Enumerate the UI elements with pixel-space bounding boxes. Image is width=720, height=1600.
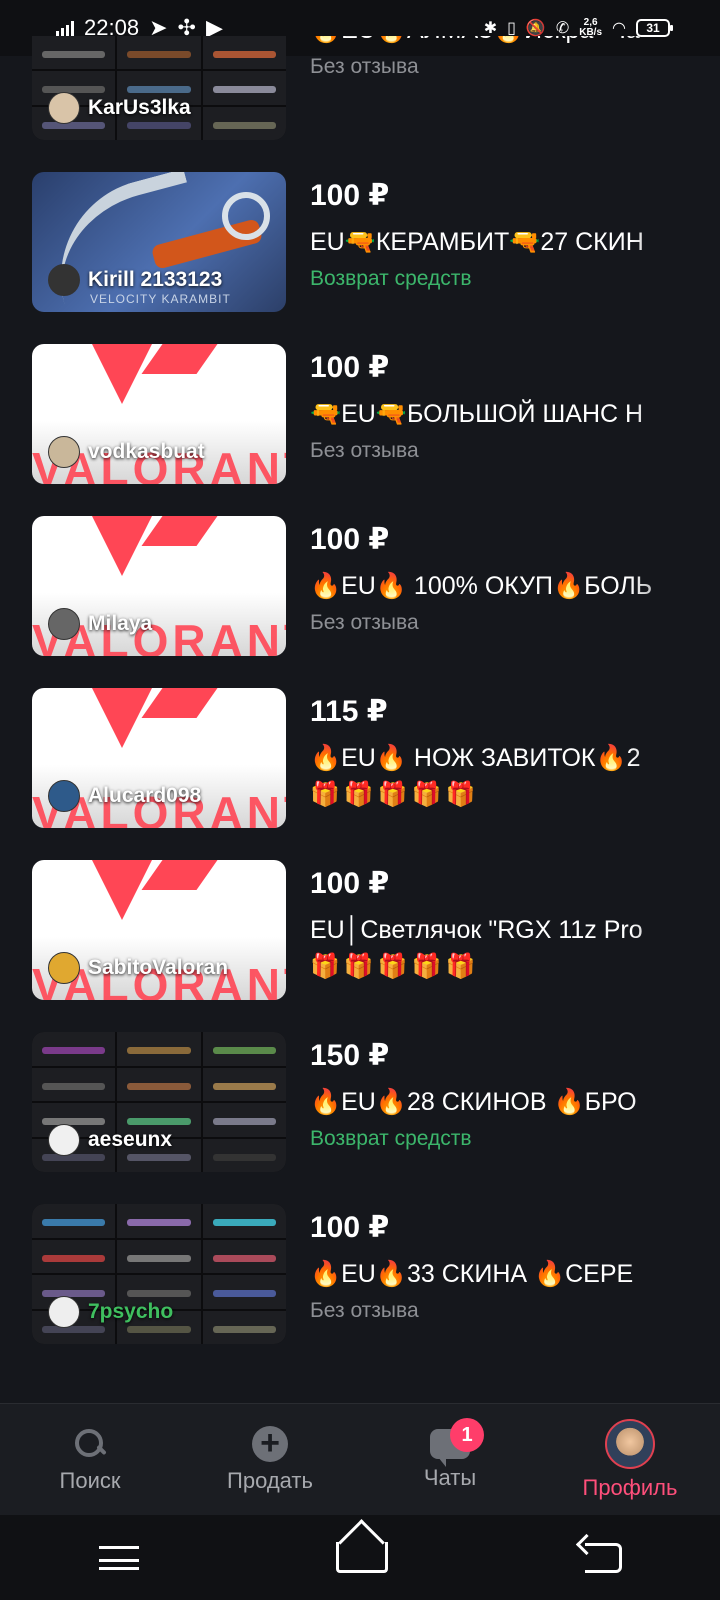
listing-thumbnail[interactable]: 7psycho [32, 1204, 286, 1344]
list-item[interactable]: VALORANT SabitoValoran 100 ₽ EU│Светлячо… [0, 860, 720, 1032]
nav-chats[interactable]: 1 Чаты [360, 1404, 540, 1516]
listing-price: 150 ₽ [310, 1039, 390, 1072]
seller: Milaya [48, 608, 152, 640]
listing-info[interactable]: 100 ₽ 🔫EU🔫БОЛЬШОЙ ШАНС Н Без отзыва [310, 348, 710, 466]
listing-thumbnail[interactable]: VALORANT Alucard098 [32, 688, 286, 828]
review-status: Без отзыва [310, 1299, 419, 1322]
listing-price: 115 ₽ [310, 695, 388, 728]
nav-chats-label: Чаты [423, 1465, 477, 1490]
listing-thumbnail[interactable]: VALORANT vodkasbuat [32, 344, 286, 484]
listing-title: 🔫EU🔫БОЛЬШОЙ ШАНС Н [310, 400, 644, 428]
listing-info[interactable]: 100 ₽ 🔥EU🔥 100% ОКУП🔥БОЛЬ Без отзыва [310, 520, 710, 638]
signal-icon [56, 20, 74, 36]
bottom-navigation: Поиск + Продать 1 Чаты Профиль [0, 1403, 720, 1516]
network-speed: 2,6 KB/s [579, 17, 603, 38]
listing-title: 🔥EU🔥28 СКИНОВ 🔥БРО [310, 1088, 637, 1116]
listing-thumbnail[interactable]: VALORANT SabitoValoran [32, 860, 286, 1000]
list-item[interactable]: VALORANT Milaya 100 ₽ 🔥EU🔥 100% ОКУП🔥БОЛ… [0, 516, 720, 688]
battery-icon: 31 [636, 19, 673, 37]
listing-title: 🔥EU🔥 НОЖ ЗАВИТОК🔥2 [310, 744, 641, 772]
review-status: Возврат средств [310, 1127, 472, 1150]
profile-avatar-icon [605, 1419, 655, 1469]
vibrate-icon: ▯ [507, 20, 516, 37]
seller: SabitoValoran [48, 952, 228, 984]
listing-info[interactable]: 100 ₽ EU│Светлячок "RGX 11z Pro 🎁🎁🎁🎁🎁 [310, 864, 710, 982]
listing-price: 100 ₽ [310, 1211, 390, 1244]
listing-price: 100 ₽ [310, 523, 390, 556]
nav-search[interactable]: Поиск [0, 1404, 180, 1516]
seller: KarUs3lka [48, 92, 191, 124]
seller: vodkasbuat [48, 436, 205, 468]
listing-info[interactable]: 115 ₽ 🔥EU🔥 НОЖ ЗАВИТОК🔥2 🎁🎁🎁🎁🎁 [310, 692, 710, 810]
listing-title: EU│Светлячок "RGX 11z Pro [310, 916, 643, 944]
avatar [48, 608, 80, 640]
listing-thumbnail[interactable]: KarUs3lka [32, 36, 286, 140]
seller: aeseunx [48, 1124, 172, 1156]
seller: Alucard098 [48, 780, 201, 812]
home-icon[interactable] [335, 1542, 388, 1573]
recent-apps-icon[interactable] [98, 1545, 139, 1570]
battery-level: 31 [646, 21, 660, 35]
review-status: Возврат средств [310, 267, 472, 290]
seller-name: KarUs3lka [88, 96, 191, 119]
avatar [48, 780, 80, 812]
seller-name: Milaya [88, 612, 153, 635]
listing-price: 100 ₽ [310, 867, 390, 900]
seller: 7psycho [48, 1296, 173, 1328]
avatar [48, 1296, 80, 1328]
avatar [48, 1124, 80, 1156]
seller-name: Kirill 2133123 [88, 268, 223, 291]
list-item[interactable]: VALORANT Alucard098 115 ₽ 🔥EU🔥 НОЖ ЗАВИТ… [0, 688, 720, 860]
listing-title: 🔥EU🔥АЛМАЗ🔥Искра "Ча [310, 36, 710, 48]
back-icon[interactable] [584, 1542, 622, 1573]
list-item[interactable]: aeseunx 150 ₽ 🔥EU🔥28 СКИНОВ 🔥БРО Возврат… [0, 1032, 720, 1204]
plus-icon: + [252, 1426, 288, 1462]
listing-info[interactable]: 100 ₽ 🔥EU🔥33 СКИНА 🔥СЕРЕ Без отзыва [310, 1208, 710, 1326]
listing-price: 100 ₽ [310, 179, 390, 212]
listing-title: 🔥EU🔥 100% ОКУП🔥БОЛЬ [310, 572, 653, 600]
listing-info[interactable]: 🔥EU🔥АЛМАЗ🔥Искра "Ча Без отзыва [310, 36, 710, 82]
avatar [48, 952, 80, 984]
mute-icon: 🔕 [525, 20, 546, 37]
nav-profile-label: Профиль [582, 1475, 678, 1500]
list-item[interactable]: 7psycho 100 ₽ 🔥EU🔥33 СКИНА 🔥СЕРЕ Без отз… [0, 1204, 720, 1376]
seller-name: vodkasbuat [88, 440, 205, 463]
seller-name: 7psycho [88, 1300, 174, 1323]
listing-info[interactable]: 150 ₽ 🔥EU🔥28 СКИНОВ 🔥БРО Возврат средств [310, 1036, 710, 1154]
listing-thumbnail[interactable]: VELOCITY KARAMBIT Kirill 2133123 [32, 172, 286, 312]
list-item[interactable]: VELOCITY KARAMBIT Kirill 2133123 100 ₽ E… [0, 172, 720, 344]
listing-list[interactable]: KarUs3lka 🔥EU🔥АЛМАЗ🔥Искра "Ча Без отзыва… [0, 36, 720, 1403]
gift-icons: 🎁🎁🎁🎁🎁 [310, 953, 480, 980]
seller-name: SabitoValoran [88, 956, 229, 979]
system-navigation-bar [0, 1515, 720, 1600]
nav-search-label: Поиск [59, 1468, 121, 1493]
wifi-call-icon: ✆ [555, 20, 570, 37]
avatar [48, 436, 80, 468]
list-item[interactable]: KarUs3lka 🔥EU🔥АЛМАЗ🔥Искра "Ча Без отзыва [0, 36, 720, 172]
listing-thumbnail[interactable]: aeseunx [32, 1032, 286, 1172]
review-status: Без отзыва [310, 611, 419, 634]
listing-info[interactable]: 100 ₽ EU🔫КЕРАМБИТ🔫27 СКИН Возврат средст… [310, 176, 710, 294]
listing-title: EU🔫КЕРАМБИТ🔫27 СКИН [310, 228, 644, 256]
gift-icons: 🎁🎁🎁🎁🎁 [310, 781, 480, 808]
avatar [48, 264, 80, 296]
nav-sell[interactable]: + Продать [180, 1404, 360, 1516]
search-icon [72, 1426, 108, 1462]
seller-name: aeseunx [88, 1128, 173, 1151]
list-item[interactable]: VALORANT vodkasbuat 100 ₽ 🔫EU🔫БОЛЬШОЙ ША… [0, 344, 720, 516]
wifi-icon: ◠ [612, 20, 626, 37]
listing-thumbnail[interactable]: VALORANT Milaya [32, 516, 286, 656]
avatar [48, 92, 80, 124]
review-status: Без отзыва [310, 55, 419, 78]
seller: Kirill 2133123 [48, 264, 222, 296]
nav-sell-label: Продать [227, 1468, 313, 1493]
bluetooth-icon: ✱ [483, 20, 498, 37]
listing-title: 🔥EU🔥33 СКИНА 🔥СЕРЕ [310, 1260, 634, 1288]
review-status: Без отзыва [310, 439, 419, 462]
seller-name: Alucard098 [88, 784, 202, 807]
unread-badge: 1 [450, 1418, 484, 1452]
listing-price: 100 ₽ [310, 351, 390, 384]
nav-profile[interactable]: Профиль [540, 1404, 720, 1516]
